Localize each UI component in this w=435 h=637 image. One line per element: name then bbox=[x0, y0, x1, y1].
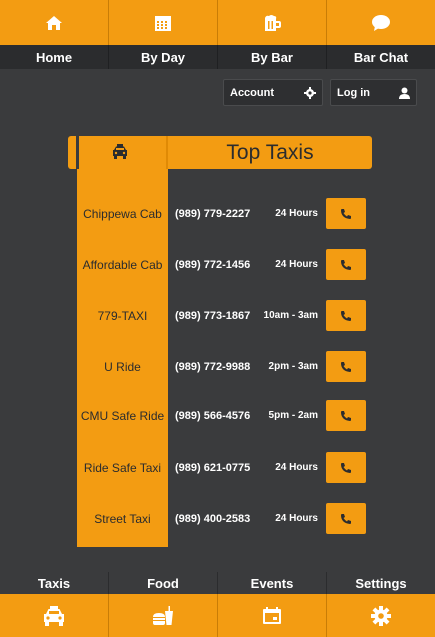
phone-icon bbox=[341, 208, 351, 219]
taxi-phone: (989) 400-2583 bbox=[175, 512, 251, 525]
gear-small-icon bbox=[304, 86, 316, 99]
account-label: Account bbox=[230, 86, 274, 99]
phone-icon bbox=[341, 310, 351, 321]
nav-food-button[interactable] bbox=[109, 594, 218, 637]
nav-by-day-label[interactable]: By Day bbox=[109, 45, 218, 69]
nav-settings-button[interactable] bbox=[327, 594, 435, 637]
taxi-title-icon bbox=[113, 144, 127, 159]
login-label: Log in bbox=[337, 86, 370, 99]
taxi-name: Street Taxi bbox=[94, 511, 151, 526]
top-nav-labels: Home By Day By Bar Bar Chat bbox=[0, 45, 435, 69]
taxi-hours: 24 Hours bbox=[275, 513, 318, 524]
phone-icon bbox=[341, 410, 351, 421]
nav-by-day-button[interactable] bbox=[109, 0, 218, 45]
taxi-phone: (989) 773-1867 bbox=[175, 309, 251, 322]
login-button[interactable]: Log in bbox=[330, 79, 417, 106]
taxi-phone: (989) 772-9988 bbox=[175, 360, 251, 373]
bottom-nav-labels: Taxis Food Events Settings bbox=[0, 572, 435, 594]
account-button[interactable]: Account bbox=[223, 79, 323, 106]
taxi-row: CMU Safe Ride (989) 566-4576 5pm - 2am bbox=[0, 390, 435, 441]
home-icon bbox=[46, 15, 62, 30]
gear-icon bbox=[371, 605, 391, 626]
nav-home-label[interactable]: Home bbox=[0, 45, 109, 69]
taxi-icon bbox=[44, 605, 64, 626]
nav-home-button[interactable] bbox=[0, 0, 109, 45]
page-title-bar: Top Taxis bbox=[68, 136, 372, 169]
call-button[interactable] bbox=[326, 351, 366, 382]
chat-bubble-icon bbox=[372, 14, 390, 31]
taxi-name: CMU Safe Ride bbox=[80, 408, 165, 423]
nav-by-bar-label[interactable]: By Bar bbox=[218, 45, 327, 69]
top-nav-icons bbox=[0, 0, 435, 45]
taxi-phone: (989) 779-2227 bbox=[175, 207, 251, 220]
call-button[interactable] bbox=[326, 503, 366, 534]
call-button[interactable] bbox=[326, 249, 366, 280]
taxi-hours: 2pm - 3am bbox=[268, 361, 318, 372]
phone-icon bbox=[341, 513, 351, 524]
taxi-row: Street Taxi (989) 400-2583 24 Hours bbox=[0, 493, 435, 544]
taxi-phone: (989) 566-4576 bbox=[175, 409, 251, 422]
taxi-name: Chippewa Cab bbox=[83, 206, 162, 221]
taxi-row: Affordable Cab (989) 772-1456 24 Hours bbox=[0, 239, 435, 290]
page-title: Top Taxis bbox=[226, 140, 314, 164]
nav-taxis-button[interactable] bbox=[0, 594, 109, 637]
call-button[interactable] bbox=[326, 452, 366, 483]
taxi-row: Ride Safe Taxi (989) 621-0775 24 Hours bbox=[0, 442, 435, 493]
taxi-row: 779-TAXI (989) 773-1867 10am - 3am bbox=[0, 290, 435, 341]
call-button[interactable] bbox=[326, 400, 366, 431]
nav-food-label[interactable]: Food bbox=[109, 572, 218, 594]
nav-events-button[interactable] bbox=[218, 594, 327, 637]
nav-taxis-label[interactable]: Taxis bbox=[0, 572, 109, 594]
taxi-hours: 5pm - 2am bbox=[268, 410, 318, 421]
taxi-phone: (989) 621-0775 bbox=[175, 461, 251, 474]
taxi-hours: 24 Hours bbox=[275, 462, 318, 473]
title-bar-divider bbox=[76, 136, 79, 169]
call-button[interactable] bbox=[326, 300, 366, 331]
taxi-name: Ride Safe Taxi bbox=[83, 460, 162, 475]
events-calendar-icon bbox=[263, 606, 281, 624]
nav-events-label[interactable]: Events bbox=[218, 572, 327, 594]
nav-settings-label[interactable]: Settings bbox=[327, 572, 435, 594]
nav-bar-chat-button[interactable] bbox=[327, 0, 435, 45]
food-icon bbox=[153, 605, 173, 625]
call-button[interactable] bbox=[326, 198, 366, 229]
taxi-name: Affordable Cab bbox=[82, 257, 163, 272]
nav-by-bar-button[interactable] bbox=[218, 0, 327, 45]
user-icon bbox=[399, 87, 410, 99]
beer-mug-icon bbox=[265, 14, 281, 31]
phone-icon bbox=[341, 361, 351, 372]
taxi-hours: 24 Hours bbox=[275, 208, 318, 219]
nav-bar-chat-label[interactable]: Bar Chat bbox=[327, 45, 435, 69]
calendar-icon bbox=[155, 15, 171, 31]
phone-icon bbox=[341, 462, 351, 473]
taxi-row: U Ride (989) 772-9988 2pm - 3am bbox=[0, 341, 435, 392]
phone-icon bbox=[341, 259, 351, 270]
bottom-nav-icons bbox=[0, 594, 435, 637]
taxi-phone: (989) 772-1456 bbox=[175, 258, 251, 271]
taxi-name: U Ride bbox=[104, 359, 141, 374]
taxi-hours: 24 Hours bbox=[275, 259, 318, 270]
taxi-hours: 10am - 3am bbox=[263, 310, 318, 321]
taxi-name: 779-TAXI bbox=[97, 308, 148, 323]
taxi-row: Chippewa Cab (989) 779-2227 24 Hours bbox=[0, 188, 435, 239]
